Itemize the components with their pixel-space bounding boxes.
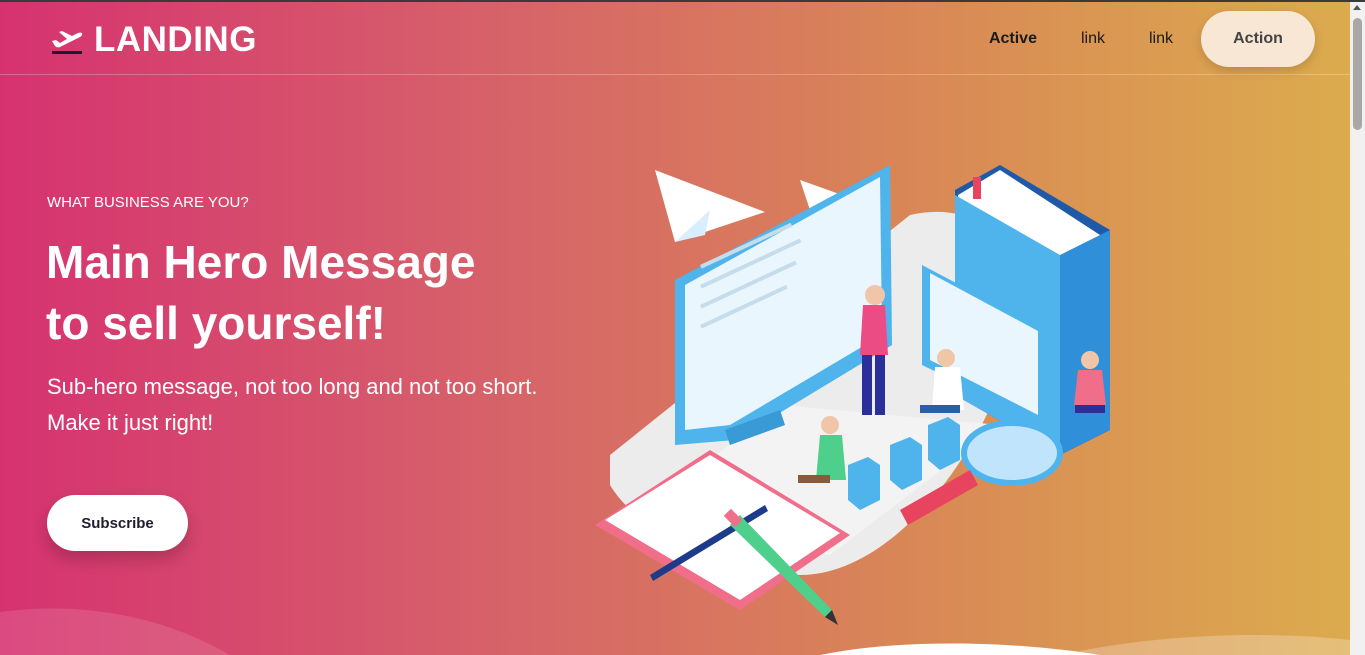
nav-link-2[interactable]: link — [1149, 30, 1173, 48]
subscribe-button[interactable]: Subscribe — [47, 495, 188, 551]
landing-page: LANDING Active link link Action WHAT BUS… — [0, 0, 1350, 655]
hero-title: Main Hero Message to sell yourself! — [46, 232, 566, 354]
nav-link-1[interactable]: link — [1081, 30, 1105, 48]
airplane-takeoff-icon — [52, 31, 83, 54]
scroll-up-arrow-icon[interactable] — [1353, 5, 1361, 10]
browser-top-border — [0, 0, 1365, 2]
brand-logo[interactable]: LANDING — [50, 20, 257, 60]
bottom-wave-decoration — [0, 608, 1350, 655]
brand-name: LANDING — [94, 20, 257, 59]
hero-title-line-1: Main Hero Message — [46, 236, 476, 288]
nav-link-active[interactable]: Active — [989, 30, 1037, 48]
site-header: LANDING Active link link Action — [0, 2, 1350, 75]
main-nav: Active link link Action — [989, 11, 1315, 67]
hero-eyebrow: WHAT BUSINESS ARE YOU? — [47, 194, 249, 211]
hero-subtitle: Sub-hero message, not too long and not t… — [47, 374, 538, 435]
action-button[interactable]: Action — [1201, 11, 1315, 67]
hero-illustration — [595, 165, 1110, 625]
hero-title-line-2: to sell yourself! — [46, 297, 386, 349]
scrollbar-thumb[interactable] — [1353, 18, 1362, 130]
page-scrollbar[interactable] — [1350, 0, 1365, 655]
